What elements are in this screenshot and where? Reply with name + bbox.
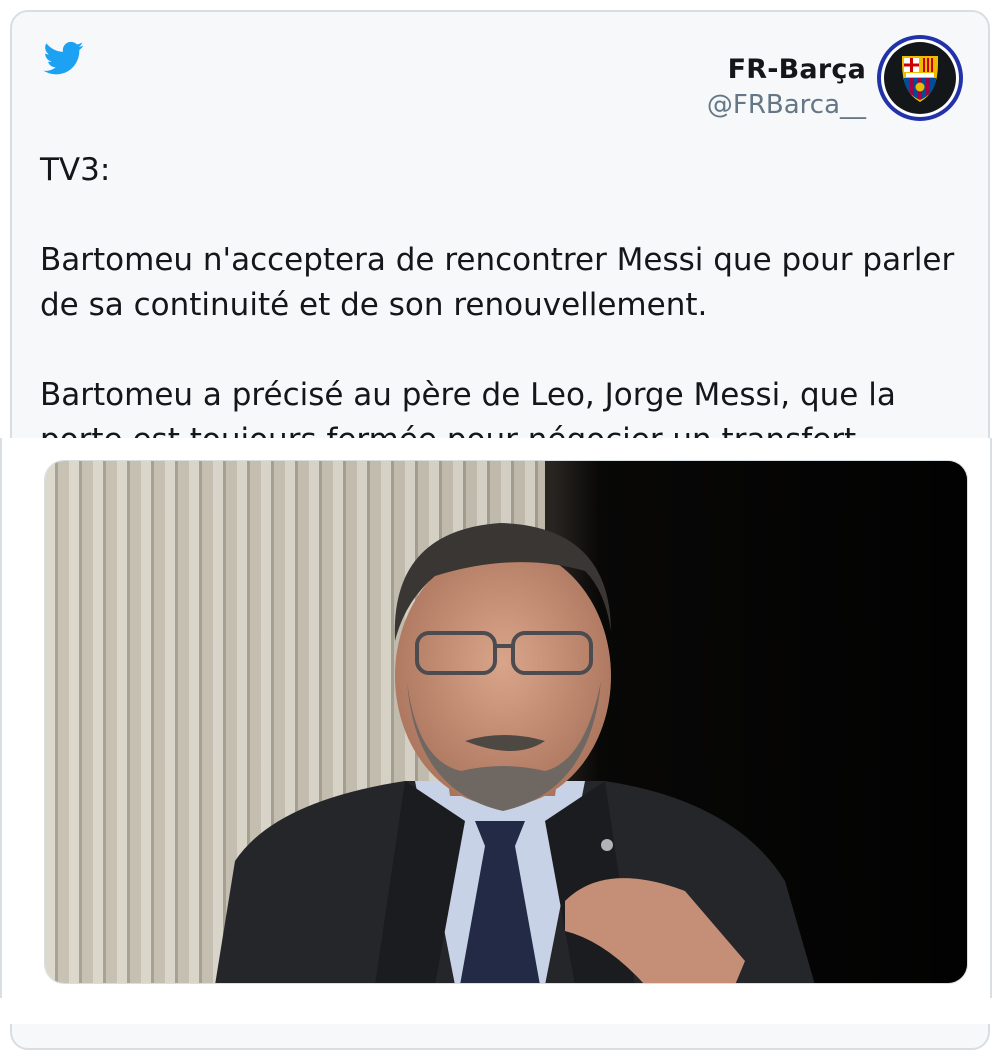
author-name[interactable]: FR-Barça (707, 54, 866, 86)
media-container (0, 438, 1000, 1024)
author-block[interactable]: FR-Barça @FRBarca__ (707, 54, 866, 122)
twitter-bird-icon[interactable] (42, 38, 86, 78)
fc-barcelona-crest-icon[interactable] (876, 34, 964, 122)
photo-man-with-glasses-icon (45, 461, 967, 983)
tweet-text: TV3: Bartomeu n'acceptera de rencontrer … (40, 152, 955, 458)
divider (990, 438, 992, 998)
author-handle[interactable]: @FRBarca__ (707, 88, 866, 122)
divider (0, 438, 2, 998)
tweet-photo[interactable] (44, 460, 968, 984)
